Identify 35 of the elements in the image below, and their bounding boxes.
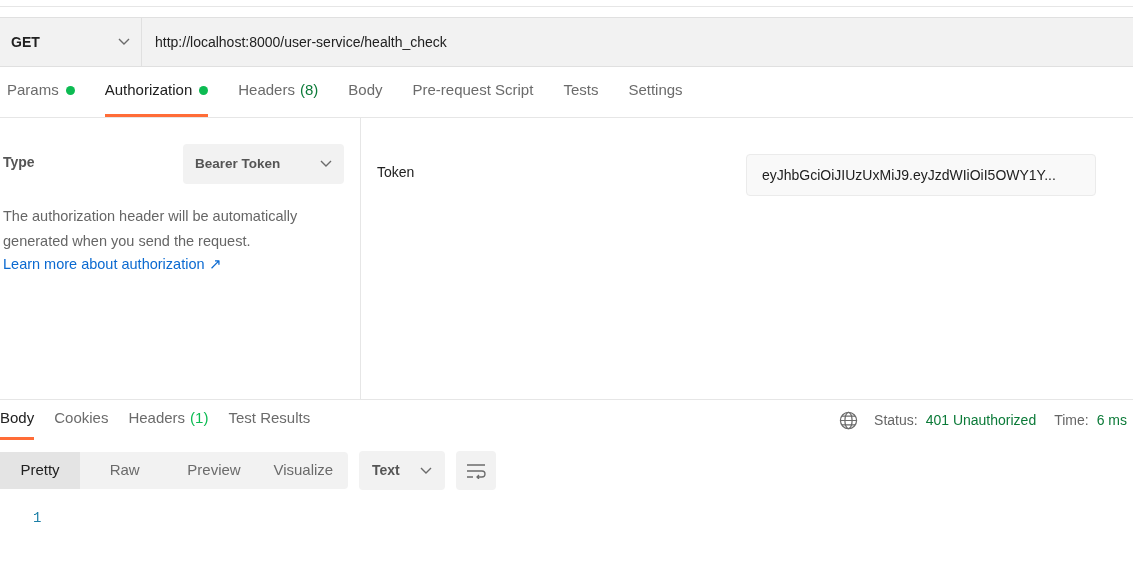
chevron-down-icon [320,160,332,168]
learn-more-link[interactable]: Learn more about authorization ↗ [3,254,345,274]
globe-icon[interactable] [839,410,859,430]
wrap-lines-button[interactable] [456,451,496,490]
request-tab[interactable]: Params [7,67,75,117]
response-tab[interactable]: Test Results [228,400,311,440]
chevron-down-icon [420,466,432,475]
response-tab[interactable]: Body [0,400,35,440]
token-label: Token [377,163,415,182]
view-mode-button[interactable]: Preview [169,452,259,489]
time-label: Time: [1054,410,1089,430]
method-dropdown[interactable]: GET [0,18,142,66]
request-tab[interactable]: Body [348,67,383,117]
format-dropdown[interactable]: Text [359,451,445,490]
view-mode-button[interactable]: Pretty [0,452,80,489]
description-text: The authorization header will be automatically generated when you send the request. [3,207,299,251]
response-tab[interactable]: Headers (1) [128,400,209,440]
view-mode-button[interactable]: Raw [80,452,170,489]
view-mode-button[interactable]: Visualize [258,452,348,489]
time-value: 6 ms [1096,410,1127,430]
response-tab[interactable]: Cookies [54,400,109,440]
auth-type-dropdown[interactable]: Bearer Token [183,144,344,184]
chevron-down-icon [118,38,130,46]
url-field[interactable]: http://localhost:8000/user-service/health_check [142,18,1133,66]
status-value: 401 Unauthorized [925,410,1037,430]
request-tab[interactable]: Headers (8) [238,67,319,117]
request-tab[interactable]: Pre-request Script [412,67,534,117]
request-tab[interactable]: Tests [563,67,599,117]
wrap-lines-icon [465,462,487,479]
type-label: Type [3,153,35,172]
request-tab[interactable]: Settings [628,67,683,117]
request-tab[interactable]: Authorization [104,67,209,117]
status-label: Status: [874,410,918,430]
token-field[interactable]: eyJhbGciOiJIUzUxMiJ9.eyJzdWIiOiI5OWY1Y... [746,154,1096,196]
line-number: 1 [33,509,42,528]
